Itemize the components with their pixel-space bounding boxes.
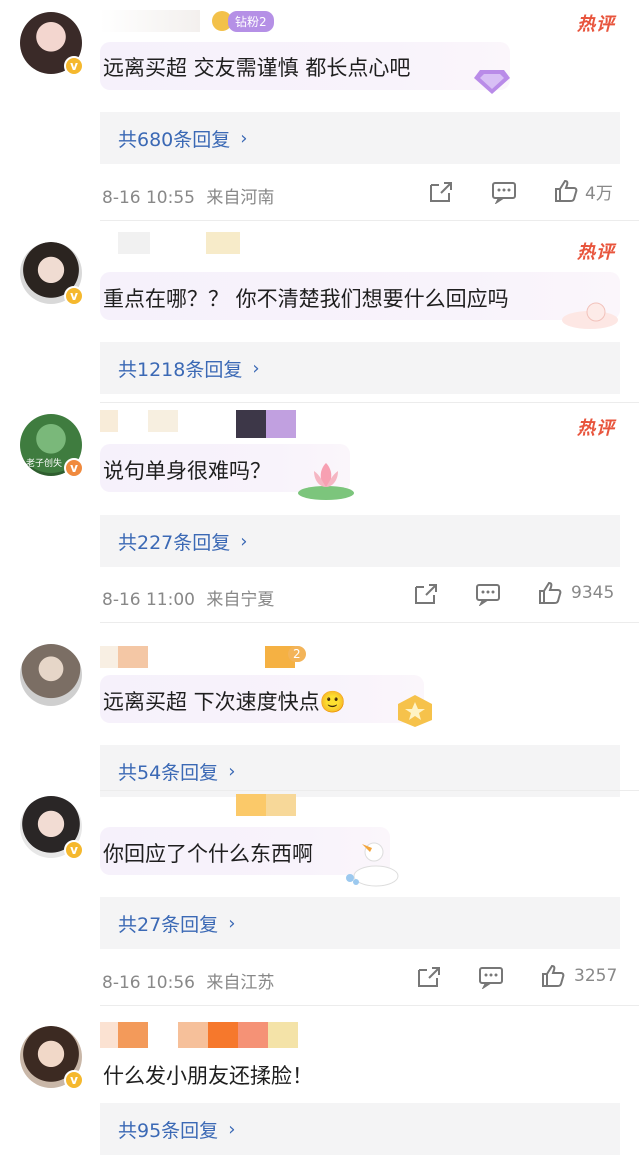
share-button[interactable] xyxy=(428,180,454,204)
username-masked[interactable] xyxy=(100,794,300,816)
avatar-caption: 老子创失 xyxy=(26,459,63,469)
reply-count: 共1218条回复 xyxy=(118,358,243,381)
reply-count: 共227条回复 xyxy=(118,531,231,554)
comment-text: 远离买超 下次速度快点🙂 xyxy=(103,690,346,714)
chevron-right-icon: › xyxy=(228,1118,236,1140)
like-icon xyxy=(542,964,565,987)
hot-comment-label: 热评 xyxy=(577,418,615,439)
comment-button[interactable] xyxy=(478,965,504,989)
sleeping-cat-sticker-icon xyxy=(560,298,620,334)
share-button[interactable] xyxy=(416,965,442,989)
reply-count: 共680条回复 xyxy=(118,128,231,151)
comment-icon xyxy=(476,584,500,606)
comment-meta: 8-16 11:00 来自宁夏 xyxy=(102,585,274,610)
comment-text: 说句单身很难吗？ xyxy=(103,459,271,483)
view-replies-button[interactable]: 共227条回复 › xyxy=(100,515,620,567)
timestamp: 8-16 10:55 xyxy=(102,188,195,208)
comment-text: 什么发小朋友还揉脸！ xyxy=(103,1064,313,1088)
like-button[interactable]: 3257 xyxy=(540,963,617,989)
divider xyxy=(100,220,639,221)
divider xyxy=(100,402,639,403)
avatar[interactable] xyxy=(20,644,82,706)
share-icon xyxy=(415,584,437,604)
comment-button[interactable] xyxy=(491,180,517,204)
comment-icon xyxy=(479,967,503,989)
timestamp: 8-16 11:00 xyxy=(102,590,195,610)
verified-badge-icon: v xyxy=(64,56,84,76)
reply-count: 共54条回复 xyxy=(118,761,219,784)
reply-count: 共27条回复 xyxy=(118,913,219,936)
chevron-right-icon: › xyxy=(240,127,248,149)
chevron-right-icon: › xyxy=(228,912,236,934)
comment-meta: 8-16 10:56 来自江苏 xyxy=(102,968,274,993)
fan-badge-label: 钻粉2 xyxy=(228,10,274,32)
location: 来自江苏 xyxy=(206,973,275,993)
divider xyxy=(100,622,639,623)
verified-badge-icon: v xyxy=(64,840,84,860)
username-masked[interactable] xyxy=(100,1022,310,1048)
view-replies-button[interactable]: 共1218条回复 › xyxy=(100,342,620,394)
lotus-sticker-icon xyxy=(296,455,356,505)
location: 来自河南 xyxy=(206,188,275,208)
like-icon xyxy=(555,179,578,202)
comment-button[interactable] xyxy=(475,582,501,606)
view-replies-button[interactable]: 共95条回复 › xyxy=(100,1103,620,1155)
verified-badge-icon: v xyxy=(64,286,84,306)
diamond-sticker-icon xyxy=(472,62,512,100)
share-icon xyxy=(430,182,452,202)
like-button[interactable]: 4万 xyxy=(553,178,613,204)
like-button[interactable]: 9345 xyxy=(537,580,614,606)
view-replies-button[interactable]: 共680条回复 › xyxy=(100,112,620,164)
avatar[interactable]: 老子创失 v xyxy=(20,414,84,478)
chevron-right-icon: › xyxy=(240,530,248,552)
comment-icon xyxy=(492,182,516,204)
gold-star-badge-sticker-icon xyxy=(394,692,436,732)
avatar[interactable]: v xyxy=(20,12,84,76)
avatar[interactable]: v xyxy=(20,242,84,306)
username-masked[interactable] xyxy=(100,410,300,438)
share-icon xyxy=(418,967,440,987)
divider xyxy=(100,1005,639,1006)
username-masked[interactable] xyxy=(100,232,260,254)
like-count: 4万 xyxy=(585,183,613,204)
avatar[interactable]: v xyxy=(20,1026,84,1090)
level-badge: 2 xyxy=(288,646,306,662)
reply-count: 共95条回复 xyxy=(118,1119,219,1142)
chevron-right-icon: › xyxy=(228,760,236,782)
divider xyxy=(100,790,639,791)
comment-text: 重点在哪？？ 你不清楚我们想要什么回应吗 xyxy=(103,287,509,311)
like-count: 3257 xyxy=(574,966,618,986)
comment-meta: 8-16 10:55 来自河南 xyxy=(102,183,274,208)
timestamp: 8-16 10:56 xyxy=(102,973,195,993)
comment-text: 远离买超 交友需谨慎 都长点心吧 xyxy=(103,56,411,80)
hot-comment-label: 热评 xyxy=(577,242,615,263)
comment-text: 你回应了个什么东西啊 xyxy=(103,842,313,866)
username-masked[interactable] xyxy=(100,10,210,32)
like-icon xyxy=(539,581,562,604)
like-count: 9345 xyxy=(571,583,615,603)
view-replies-button[interactable]: 共27条回复 › xyxy=(100,897,620,949)
share-button[interactable] xyxy=(413,582,439,606)
verified-badge-icon: v xyxy=(64,458,84,478)
location: 来自宁夏 xyxy=(206,590,275,610)
fan-badge[interactable]: 钻粉2 xyxy=(212,10,274,32)
chevron-right-icon: › xyxy=(252,357,260,379)
verified-badge-icon: v xyxy=(64,1070,84,1090)
avatar[interactable]: v xyxy=(20,796,84,860)
hot-comment-label: 热评 xyxy=(577,14,615,35)
duck-sticker-icon xyxy=(344,836,402,892)
